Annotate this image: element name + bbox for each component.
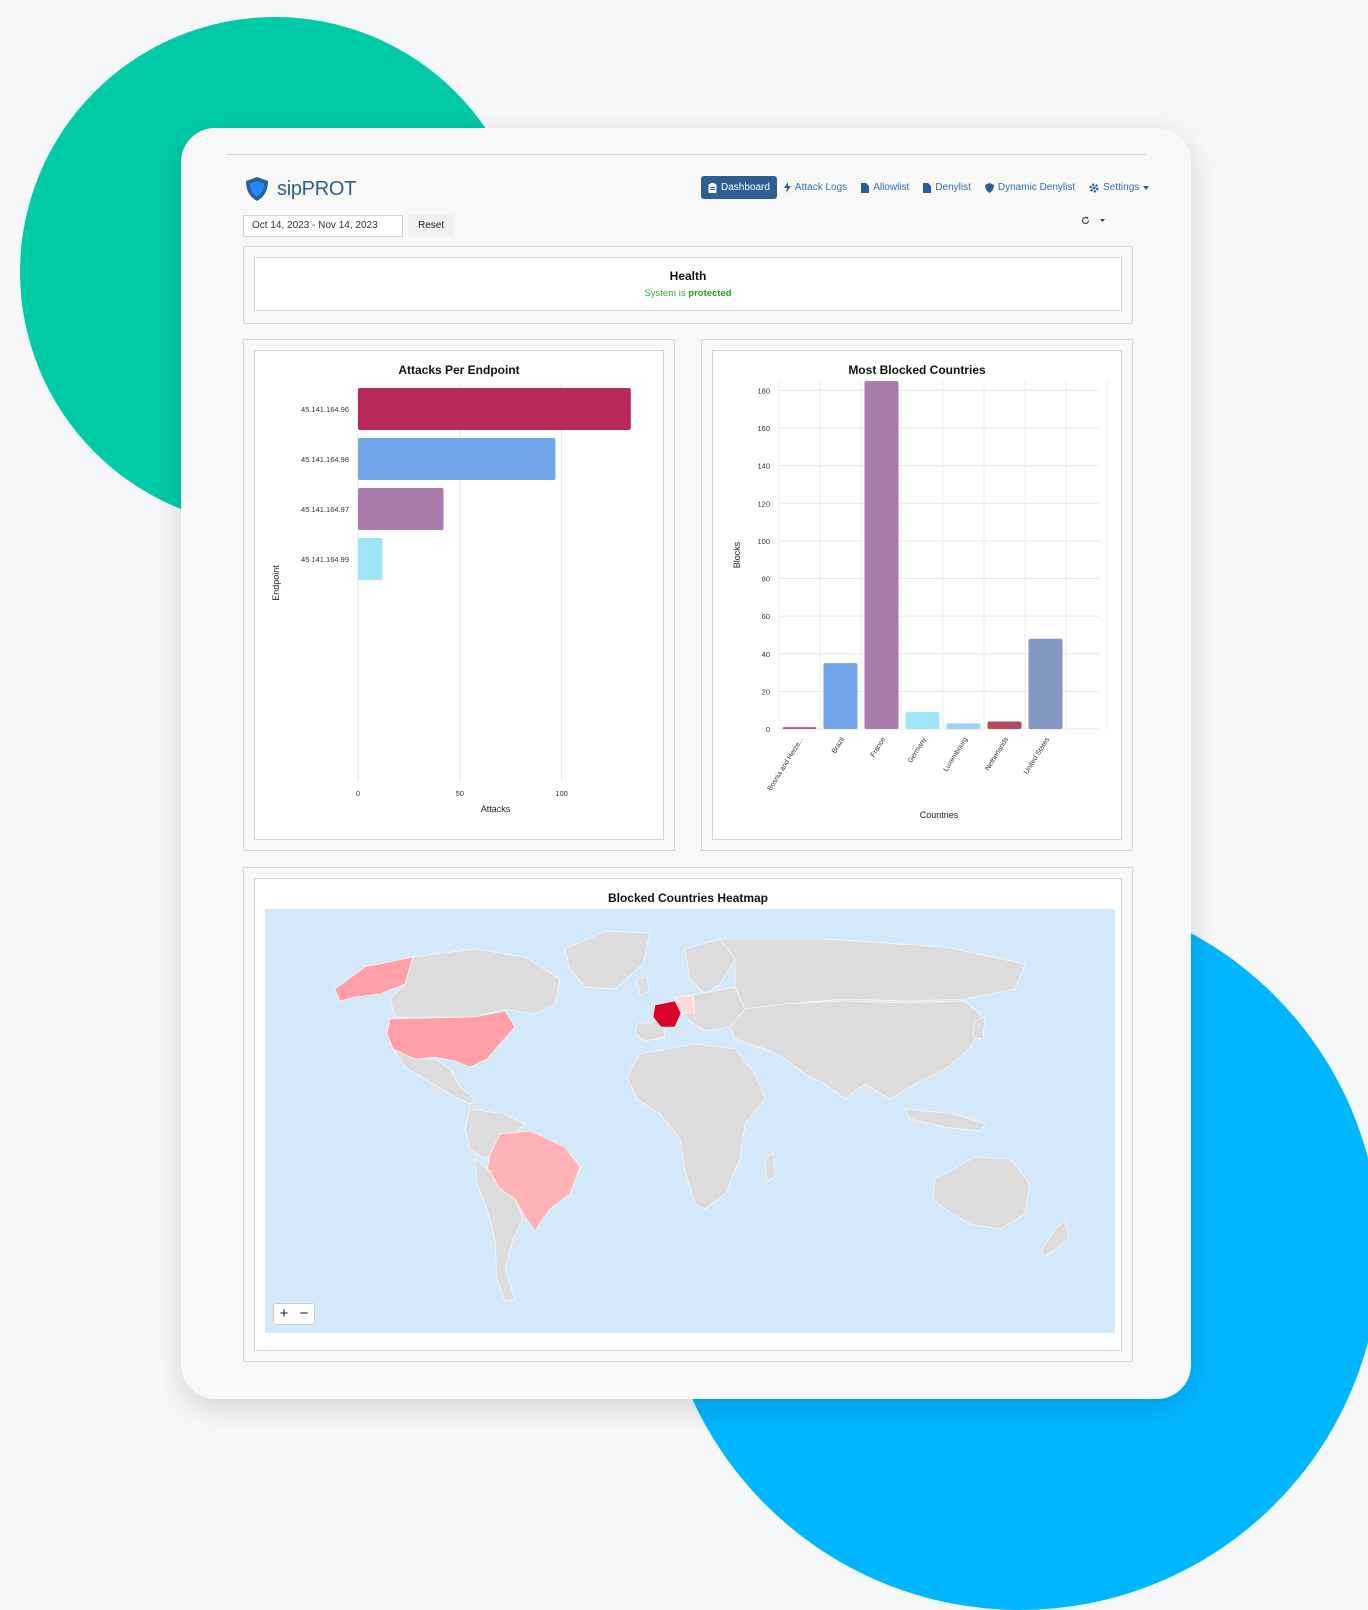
y-tick-label: 80 — [762, 575, 770, 584]
file-icon — [923, 182, 932, 193]
heatmap-card: Blocked Countries Heatmap + − — [254, 878, 1122, 1351]
refresh-control[interactable] — [1081, 216, 1105, 225]
bar — [358, 488, 444, 530]
nav-denylist[interactable]: Denylist — [916, 176, 978, 199]
date-range-input[interactable]: Oct 14, 2023 - Nov 14, 2023 — [243, 215, 403, 237]
health-status: System is protected — [255, 288, 1121, 299]
y-tick-label: 60 — [762, 612, 770, 621]
country-russia — [719, 938, 1026, 1010]
map-zoom-controls: + − — [273, 1303, 315, 1325]
nav-dynamic-denylist-label: Dynamic Denylist — [997, 182, 1076, 193]
shield-icon — [984, 182, 994, 193]
bar — [864, 381, 899, 729]
country-indonesia — [904, 1108, 986, 1132]
shield-logo-icon — [246, 177, 268, 201]
x-tick-label: 100 — [555, 789, 568, 798]
heatmap-panel: Blocked Countries Heatmap + − — [243, 867, 1133, 1362]
bar — [946, 723, 981, 729]
attacks-per-endpoint-panel: Attacks Per Endpoint 0 50 100 45.141.164.96… — [243, 339, 675, 851]
most-blocked-countries-chart: 0 20 40 60 80 100 120 140 160 180 Bosnia and Herze… — [732, 381, 1108, 820]
x-tick-label: France — [870, 736, 888, 758]
y-tick-label: 45.141.164.97 — [301, 505, 349, 514]
x-tick-label: Bosnia and Herze... — [767, 736, 806, 792]
attacks-per-endpoint-card: Attacks Per Endpoint 0 50 100 45.141.164.96… — [254, 350, 664, 840]
reset-button[interactable]: Reset — [408, 215, 455, 237]
x-tick-label: Brazil — [831, 736, 846, 755]
nav-allowlist[interactable]: Allowlist — [854, 176, 916, 199]
x-tick-label: 0 — [356, 789, 360, 798]
most-blocked-countries-panel: Most Blocked Countries 0 20 40 60 80 100 120 14… — [701, 339, 1133, 851]
y-tick-label: 45.141.164.99 — [301, 555, 349, 564]
nav-dashboard-label: Dashboard — [721, 182, 770, 193]
y-tick-label: 20 — [762, 687, 770, 696]
y-axis-label: Blocks — [732, 541, 742, 568]
clipboard-icon — [708, 182, 717, 193]
y-tick-label: 120 — [757, 499, 770, 508]
nav-allowlist-label: Allowlist — [873, 182, 910, 193]
bar — [987, 721, 1022, 729]
bar — [358, 438, 556, 480]
x-tick-label: United States — [1023, 736, 1051, 776]
main-nav: Dashboard Attack Logs Allowlist Denylist… — [701, 176, 1156, 199]
caret-down-icon — [1143, 185, 1150, 190]
y-tick-label: 45.141.164.96 — [301, 405, 349, 414]
nav-settings-label: Settings — [1103, 182, 1140, 193]
tablet-frame: sipPROT Dashboard Attack Logs Allowlist … — [181, 128, 1191, 1399]
country-madagascar — [764, 1152, 776, 1182]
zoom-out-button[interactable]: − — [294, 1304, 314, 1324]
y-tick-label: 100 — [757, 537, 770, 546]
x-axis-label: Countries — [920, 810, 959, 820]
y-tick-label: 0 — [766, 725, 770, 734]
gear-icon — [1089, 183, 1099, 192]
attacks-per-endpoint-chart: 0 50 100 45.141.164.96 45.141.164.98 45.141.1… — [271, 383, 631, 814]
zoom-in-button[interactable]: + — [274, 1304, 294, 1324]
caret-down-icon[interactable] — [1100, 218, 1105, 223]
nav-denylist-label: Denylist — [935, 182, 971, 193]
x-axis-label: Attacks — [481, 804, 511, 814]
bar — [782, 727, 817, 729]
bar — [358, 388, 631, 430]
country-australia — [932, 1156, 1031, 1230]
y-tick-label: 140 — [757, 462, 770, 471]
country-new-zealand — [1040, 1220, 1070, 1258]
bolt-icon — [783, 182, 791, 193]
health-status-value: protected — [688, 288, 732, 299]
bar — [358, 538, 383, 580]
y-tick-label: 45.141.164.98 — [301, 455, 349, 464]
health-title: Health — [669, 269, 707, 283]
y-tick-label: 40 — [762, 650, 770, 659]
refresh-icon — [1082, 216, 1090, 225]
bar — [1028, 638, 1063, 729]
nav-dynamic-denylist[interactable]: Dynamic Denylist — [978, 176, 1082, 199]
health-status-prefix: System is — [644, 288, 686, 299]
file-icon — [861, 182, 870, 193]
nav-dashboard[interactable]: Dashboard — [701, 176, 777, 199]
top-divider — [226, 154, 1146, 155]
country-uk — [636, 976, 650, 996]
country-asia — [729, 1000, 986, 1100]
most-blocked-countries-card: Most Blocked Countries 0 20 40 60 80 100 120 14… — [712, 350, 1122, 840]
x-tick-label: Netherlands — [984, 736, 1010, 772]
heatmap-title: Blocked Countries Heatmap — [607, 891, 769, 905]
nav-attack-logs[interactable]: Attack Logs — [777, 176, 854, 199]
x-tick-label: Germany — [907, 736, 928, 765]
nav-settings[interactable]: Settings — [1082, 176, 1156, 199]
y-tick-label: 180 — [757, 386, 770, 395]
app-name: sipPROT — [277, 177, 357, 200]
x-tick-label: 50 — [456, 789, 464, 798]
y-tick-label: 160 — [757, 424, 770, 433]
bar — [905, 712, 940, 729]
x-tick-label: Luxembourg — [943, 736, 970, 773]
health-panel: Health System is protected — [243, 246, 1133, 324]
nav-attack-logs-label: Attack Logs — [794, 182, 848, 193]
world-map-svg — [334, 930, 1070, 1302]
app-logo[interactable]: sipPROT — [243, 175, 356, 203]
country-canada — [389, 948, 561, 1018]
health-card: Health System is protected — [254, 257, 1122, 311]
y-axis-label: Endpoint — [271, 565, 281, 601]
country-africa — [626, 1043, 766, 1210]
world-map[interactable]: + − — [265, 909, 1115, 1333]
bar — [823, 663, 858, 729]
